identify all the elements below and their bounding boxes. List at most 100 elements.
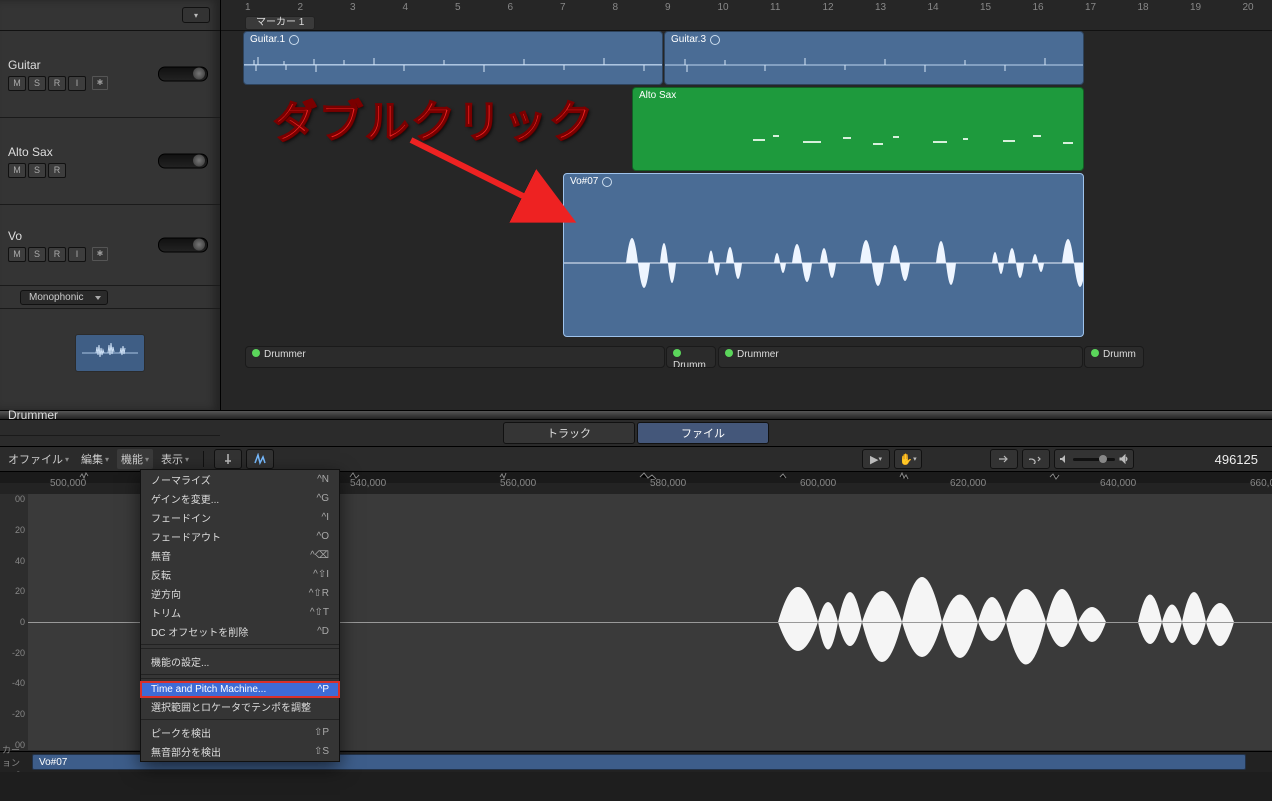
volume-fader[interactable] bbox=[158, 67, 208, 82]
menu-item-shortcut: ⇧P bbox=[314, 727, 329, 738]
pointer-tool-icon[interactable]: ▶▾ bbox=[862, 449, 890, 469]
menu-item-label: DC オフセットを削除 bbox=[151, 624, 248, 639]
region-guitar1[interactable]: Guitar.1 bbox=[243, 31, 663, 85]
bar-tick: 17 bbox=[1085, 2, 1096, 13]
track-header-altosax[interactable]: Alto Sax M S R bbox=[0, 118, 220, 205]
record-button[interactable]: R bbox=[48, 247, 66, 262]
track-name: Drummer bbox=[8, 408, 212, 422]
bar-tick: 15 bbox=[980, 2, 991, 13]
hand-tool-icon[interactable]: ✋▾ bbox=[894, 449, 922, 469]
flex-mode-select[interactable]: Monophonic bbox=[20, 290, 108, 305]
menu-item[interactable]: フェードイン^I bbox=[141, 508, 339, 527]
freeze-icon[interactable]: ✱ bbox=[92, 76, 108, 90]
region-drummer[interactable]: Drumm bbox=[666, 346, 716, 368]
menu-item-label: 機能の設定... bbox=[151, 654, 209, 669]
menu-item-label: 逆方向 bbox=[151, 586, 181, 601]
loop-icon bbox=[289, 35, 299, 45]
track-thumbnail-holder bbox=[0, 309, 220, 397]
region-drummer[interactable]: Drummer bbox=[718, 346, 1083, 368]
menu-item-shortcut: ⇧S bbox=[314, 746, 329, 757]
bar-tick: 2 bbox=[298, 2, 304, 13]
region-title: Drummer bbox=[737, 349, 779, 360]
bar-tick: 14 bbox=[928, 2, 939, 13]
bar-tick: 3 bbox=[350, 2, 356, 13]
catch-playhead-icon[interactable] bbox=[990, 449, 1018, 469]
menu-item-shortcut: ^⌫ bbox=[310, 550, 329, 561]
menu-item[interactable]: 無音部分を検出⇧S bbox=[141, 742, 339, 761]
track-header-vo[interactable]: Vo M S R I ✱ bbox=[0, 205, 220, 286]
mute-button[interactable]: M bbox=[8, 76, 26, 91]
region-vo[interactable]: Vo#07 bbox=[563, 173, 1084, 337]
menu-item-shortcut: ^⇧I bbox=[313, 569, 329, 580]
record-button[interactable]: R bbox=[48, 163, 66, 178]
record-button[interactable]: R bbox=[48, 76, 66, 91]
sample-tick: 600,000 bbox=[800, 478, 836, 489]
input-monitor-button[interactable]: I bbox=[68, 76, 86, 91]
cycle-icon[interactable] bbox=[1022, 449, 1050, 469]
mute-button[interactable]: M bbox=[8, 247, 26, 262]
menu-item[interactable]: ピークを検出⇧P bbox=[141, 723, 339, 742]
volume-slider[interactable] bbox=[1054, 449, 1134, 469]
bar-tick: 9 bbox=[665, 2, 671, 13]
region-title: Drumm bbox=[1103, 349, 1136, 360]
input-monitor-button[interactable]: I bbox=[68, 247, 86, 262]
menu-item-shortcut: ^P bbox=[318, 684, 329, 695]
track-header-options-button[interactable]: ▾ bbox=[182, 7, 210, 23]
menu-item[interactable]: 逆方向^⇧R bbox=[141, 584, 339, 603]
region-drummer[interactable]: Drumm bbox=[1084, 346, 1144, 368]
transient-tool-icon[interactable] bbox=[246, 449, 274, 469]
region-drummer[interactable]: Drummer bbox=[245, 346, 665, 368]
marker[interactable]: マーカー 1 bbox=[245, 16, 315, 30]
menu-item[interactable]: ノーマライズ^N bbox=[141, 470, 339, 489]
tab-track[interactable]: トラック bbox=[503, 422, 635, 444]
menu-item[interactable]: トリム^⇧T bbox=[141, 603, 339, 622]
menu-item[interactable]: Time and Pitch Machine... ^P bbox=[141, 682, 339, 697]
solo-button[interactable]: S bbox=[28, 247, 46, 262]
region-title: Drummer bbox=[264, 349, 306, 360]
arrange-area: ▾ Guitar M S R I ✱ Alto Sax M S R bbox=[0, 0, 1272, 410]
mute-button[interactable]: M bbox=[8, 163, 26, 178]
track-header-guitar[interactable]: Guitar M S R I ✱ bbox=[0, 31, 220, 118]
track-header-column: ▾ Guitar M S R I ✱ Alto Sax M S R bbox=[0, 0, 221, 410]
waveform bbox=[665, 52, 1083, 78]
solo-button[interactable]: S bbox=[28, 76, 46, 91]
tab-file[interactable]: ファイル bbox=[637, 422, 769, 444]
track-header-drummer[interactable]: Drummer bbox=[0, 397, 220, 436]
drummer-dot-icon bbox=[725, 349, 733, 357]
drummer-dot-icon bbox=[673, 349, 681, 357]
bar-tick: 4 bbox=[403, 2, 409, 13]
menu-edit[interactable]: 編集▾ bbox=[77, 449, 113, 469]
sample-position[interactable]: 496125 bbox=[1138, 452, 1268, 467]
bar-ruler[interactable]: 1234567891011121314151617181920 マーカー 1 bbox=[221, 0, 1272, 31]
menu-item[interactable]: DC オフセットを削除 ^D bbox=[141, 622, 339, 641]
menu-item[interactable]: 反転^⇧I bbox=[141, 565, 339, 584]
arrange-grid[interactable]: 1234567891011121314151617181920 マーカー 1 G… bbox=[221, 0, 1272, 410]
menu-item-label: 選択範囲とロケータでテンポを調整 bbox=[151, 699, 311, 714]
region-title: Drumm bbox=[673, 360, 706, 368]
menu-audiofile[interactable]: オファイル▾ bbox=[4, 449, 73, 469]
menu-item[interactable]: 機能の設定... bbox=[141, 652, 339, 671]
bar-tick: 5 bbox=[455, 2, 461, 13]
region-altosax[interactable]: Alto Sax bbox=[632, 87, 1084, 171]
menu-functions[interactable]: 機能▾ bbox=[117, 449, 153, 469]
volume-fader[interactable] bbox=[158, 238, 208, 253]
region-guitar3[interactable]: Guitar.3 bbox=[664, 31, 1084, 85]
menu-item[interactable]: 選択範囲とロケータでテンポを調整 bbox=[141, 697, 339, 716]
menu-item[interactable]: フェードアウト^O bbox=[141, 527, 339, 546]
drummer-dot-icon bbox=[252, 349, 260, 357]
solo-button[interactable]: S bbox=[28, 163, 46, 178]
menu-item-label: Time and Pitch Machine... bbox=[151, 684, 266, 695]
bar-tick: 10 bbox=[718, 2, 729, 13]
track-thumbnail[interactable] bbox=[75, 334, 145, 372]
menu-item[interactable]: 無音^⌫ bbox=[141, 546, 339, 565]
anchor-tool-icon[interactable] bbox=[214, 449, 242, 469]
bar-tick: 16 bbox=[1033, 2, 1044, 13]
menu-view[interactable]: 表示▾ bbox=[157, 449, 193, 469]
sample-tick: 660,000 bbox=[1250, 478, 1272, 489]
bar-tick: 11 bbox=[770, 2, 780, 13]
volume-fader[interactable] bbox=[158, 154, 208, 169]
freeze-icon[interactable]: ✱ bbox=[92, 247, 108, 261]
waveform bbox=[244, 52, 662, 78]
menu-item-shortcut: ^D bbox=[317, 626, 329, 637]
menu-item[interactable]: ゲインを変更...^G bbox=[141, 489, 339, 508]
